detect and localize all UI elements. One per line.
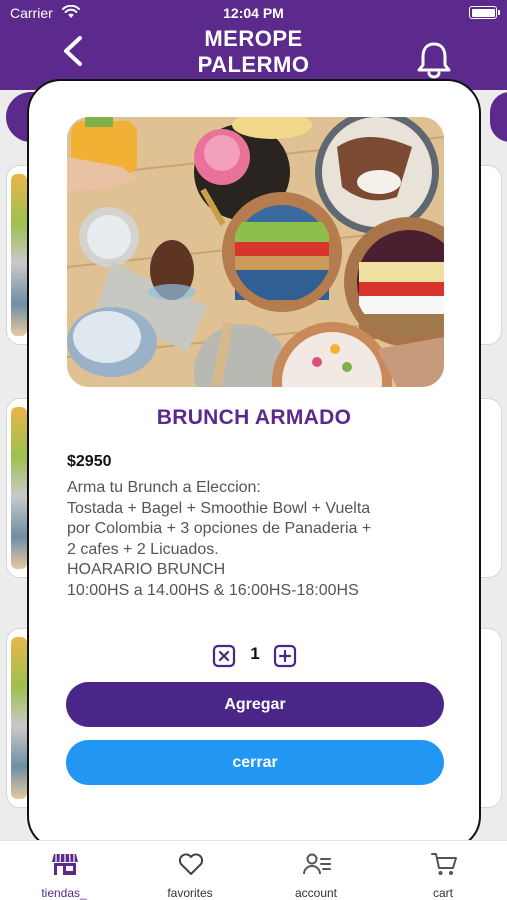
tab-account[interactable]: account bbox=[266, 841, 366, 900]
battery-icon bbox=[469, 6, 500, 19]
tab-tiendas[interactable]: tiendas_ bbox=[14, 841, 114, 900]
tab-label: cart bbox=[432, 886, 453, 900]
tab-favorites[interactable]: favorites bbox=[140, 841, 240, 900]
add-to-cart-button[interactable]: Agregar bbox=[66, 682, 444, 727]
product-description: Arma tu Brunch a Eleccion: Tostada + Bag… bbox=[67, 478, 457, 601]
product-thumbnail bbox=[11, 637, 27, 799]
store-icon bbox=[52, 853, 78, 875]
page-title-line1: MEROPE bbox=[204, 26, 303, 51]
page-title-line2: PALERMO bbox=[197, 52, 310, 77]
app-header: Carrier 12:04 PM MEROPE PALERMO bbox=[0, 0, 507, 90]
decrease-quantity-icon[interactable] bbox=[212, 644, 236, 668]
product-price: $2950 bbox=[67, 453, 112, 470]
tab-label: favorites bbox=[167, 886, 213, 900]
product-thumbnail bbox=[11, 407, 27, 569]
bottom-tab-bar: tiendas_ favorites account cart bbox=[0, 840, 507, 900]
tab-cart[interactable]: cart bbox=[393, 841, 493, 900]
product-name: BRUNCH ARMADO bbox=[156, 406, 352, 429]
increase-quantity-icon[interactable] bbox=[273, 644, 297, 668]
quantity-value: 1 bbox=[250, 644, 260, 663]
tab-label: tiendas_ bbox=[41, 886, 87, 900]
description-line: HOARARIO BRUNCH bbox=[67, 561, 226, 578]
close-modal-button[interactable]: cerrar bbox=[66, 740, 444, 785]
page-title: MEROPE PALERMO bbox=[150, 26, 357, 78]
tab-label: account bbox=[294, 886, 338, 900]
product-image bbox=[67, 117, 444, 387]
description-line: Arma tu Brunch a Eleccion: bbox=[67, 479, 261, 496]
status-bar: Carrier 12:04 PM bbox=[0, 0, 507, 26]
category-pill-right[interactable] bbox=[490, 92, 507, 142]
product-detail-modal: BRUNCH ARMADO $2950 Arma tu Brunch a Ele… bbox=[27, 79, 481, 850]
description-line: 10:00HS a 14.00HS & 16:00HS-18:00HS bbox=[67, 581, 359, 599]
account-icon bbox=[303, 853, 331, 875]
bell-icon[interactable] bbox=[414, 40, 454, 80]
heart-icon bbox=[178, 853, 204, 875]
product-thumbnail bbox=[11, 174, 27, 336]
cart-icon bbox=[431, 853, 457, 875]
description-line: Tostada + Bagel + Smoothie Bowl + Vuelta bbox=[67, 499, 371, 517]
quantity-stepper: 1 bbox=[212, 642, 302, 670]
status-time: 12:04 PM bbox=[223, 5, 284, 21]
description-line: por Colombia + 3 opciones de Panaderia + bbox=[67, 520, 372, 537]
description-line: 2 cafes + 2 Licuados. bbox=[67, 540, 219, 558]
back-arrow-icon[interactable] bbox=[58, 34, 88, 68]
